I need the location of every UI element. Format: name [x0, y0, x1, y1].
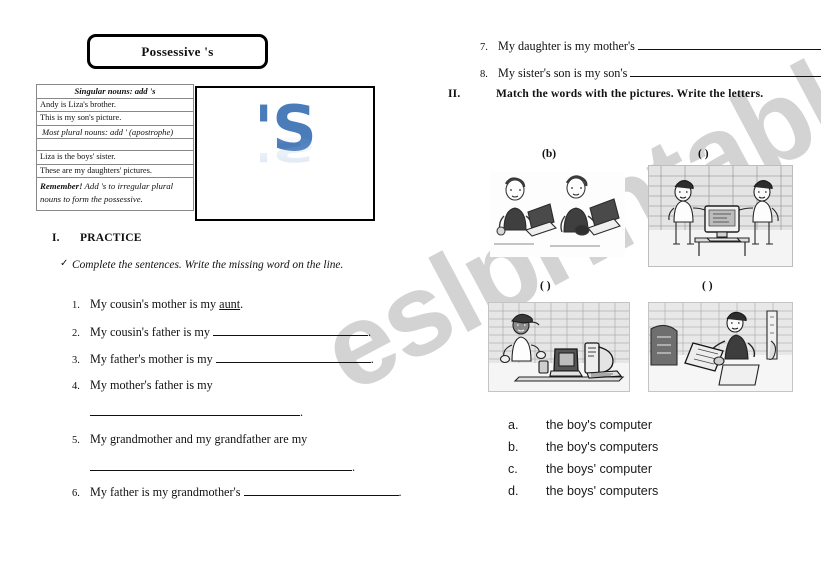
table-row: Liza is the boys' sister. [36, 150, 194, 165]
picture-bottom-right[interactable] [648, 302, 793, 392]
picture-top-right[interactable] [648, 165, 793, 267]
table-row: Most plural nouns: add ' (apostrophe) [36, 124, 194, 140]
table-row: Singular nouns: add 's [36, 84, 194, 99]
question-2-period: . [368, 325, 372, 339]
rules-spacer-row [36, 138, 194, 152]
question-7-blank[interactable] [637, 38, 821, 50]
question-8-blank[interactable] [630, 65, 821, 77]
right-column: 7.My daughter is my mother's . 8.My sist… [430, 0, 821, 581]
option-b[interactable]: b. the boy's computers [508, 440, 658, 454]
section-practice-heading: I. PRACTICE [52, 232, 142, 244]
question-6: 6. My father is my grandmother's . [72, 484, 402, 501]
option-c[interactable]: c. the boys' computer [508, 462, 652, 476]
option-d[interactable]: d. the boys' computers [508, 484, 658, 498]
question-8-text: My sister's son is my son's [498, 66, 631, 80]
picture-label-bottom-left[interactable]: ( ) [540, 280, 551, 292]
picture-top-left[interactable] [490, 172, 625, 257]
picture-bottom-left[interactable] [488, 302, 630, 392]
rules-remember-note: Remember! Add 's to irregular plural nou… [36, 177, 194, 211]
question-4-period: . [300, 405, 304, 419]
question-2-text: My cousin's father is my [90, 325, 214, 339]
question-2-blank[interactable] [213, 324, 369, 336]
question-5-text: My grandmother and my grandfather are my [90, 432, 308, 446]
picture-label-top-left[interactable]: (b) [542, 148, 556, 160]
rules-header-singular: Singular nouns: add 's [36, 84, 194, 99]
section-match-heading: II. Match the words with the pictures. Wr… [448, 88, 763, 100]
table-row: This is my son's picture. [36, 111, 194, 126]
left-column: Singular nouns: add 's Andy is Liza's br… [0, 0, 430, 581]
option-b-letter: b. [508, 440, 519, 454]
rules-example-1: Andy is Liza's brother. [36, 97, 194, 113]
picture-label-top-right[interactable]: ( ) [698, 148, 709, 160]
option-d-text: the boys' computers [546, 484, 659, 498]
possessive-s-illustration: 'S 'S [195, 86, 375, 221]
picture-label-bottom-right[interactable]: ( ) [702, 280, 713, 292]
question-5-number: 5. [72, 435, 80, 446]
option-d-letter: d. [508, 484, 519, 498]
question-6-period: . [398, 485, 402, 499]
question-5-answer-line: . [90, 459, 355, 475]
question-8-number: 8. [480, 69, 488, 80]
section-practice-label: PRACTICE [80, 232, 142, 244]
question-5-period: . [352, 460, 356, 474]
question-8: 8.My sister's son is my son's . [480, 65, 821, 82]
option-a[interactable]: a. the boy's computer [508, 418, 652, 432]
question-2-number: 2. [72, 328, 80, 339]
question-4-number: 4. [72, 381, 80, 392]
question-4-answer-line: . [90, 404, 303, 420]
question-1-text: My cousin's mother is my [90, 297, 220, 311]
question-1: 1. My cousin's mother is my aunt. [72, 297, 243, 313]
possessive-rules-table: Singular nouns: add 's Andy is Liza's br… [36, 84, 194, 211]
option-c-text: the boys' computer [546, 462, 653, 476]
table-row [36, 138, 194, 152]
question-4-blank[interactable] [90, 404, 300, 416]
worksheet-page: eslprintables.com Possessive 's Singular… [0, 0, 821, 581]
question-2: 2. My cousin's father is my . [72, 324, 371, 341]
question-1-answer[interactable]: aunt [219, 297, 240, 311]
section-match-number: II. [448, 88, 461, 100]
section-match-label: Match the words with the pictures. Write… [496, 88, 764, 100]
table-row: These are my daughters' pictures. [36, 163, 194, 179]
option-a-text: the boy's computer [546, 418, 653, 432]
practice-instruction-text: Complete the sentences. Write the missin… [72, 259, 344, 271]
apostrophe-s-reflection: 'S [254, 129, 316, 170]
rules-example-4: These are my daughters' pictures. [36, 163, 194, 179]
question-6-text: My father is my grandmother's [90, 485, 244, 499]
question-6-blank[interactable] [243, 484, 399, 496]
question-5-blank[interactable] [90, 459, 352, 471]
question-7-text: My daughter is my mother's [498, 39, 638, 53]
table-row: Andy is Liza's brother. [36, 97, 194, 113]
question-7-number: 7. [480, 42, 488, 53]
checkmark-icon: ✓ [60, 258, 69, 269]
question-3-period: . [370, 352, 374, 366]
question-3-number: 3. [72, 355, 80, 366]
rules-header-plural: Most plural nouns: add ' (apostrophe) [36, 124, 194, 140]
option-a-letter: a. [508, 418, 519, 432]
question-1-number: 1. [72, 300, 80, 311]
question-4-text: My mother's father is my [90, 378, 213, 392]
rules-example-3: Liza is the boys' sister. [36, 150, 194, 165]
question-3-blank[interactable] [215, 351, 371, 363]
option-b-text: the boy's computers [546, 440, 659, 454]
question-3: 3. My father's mother is my . [72, 351, 374, 368]
question-3-text: My father's mother is my [90, 352, 216, 366]
question-6-number: 6. [72, 488, 80, 499]
practice-instruction: ✓ Complete the sentences. Write the missi… [60, 257, 388, 274]
question-1-period: . [240, 297, 244, 311]
rules-example-2: This is my son's picture. [36, 111, 194, 126]
table-row: Remember! Add 's to irregular plural nou… [36, 177, 194, 211]
question-4: 4. My mother's father is my [72, 378, 213, 394]
option-c-letter: c. [508, 462, 518, 476]
question-7: 7.My daughter is my mother's . [480, 38, 821, 55]
question-5: 5. My grandmother and my grandfather are … [72, 432, 307, 448]
section-practice-number: I. [52, 232, 60, 244]
remember-label: Remember! [40, 181, 83, 192]
